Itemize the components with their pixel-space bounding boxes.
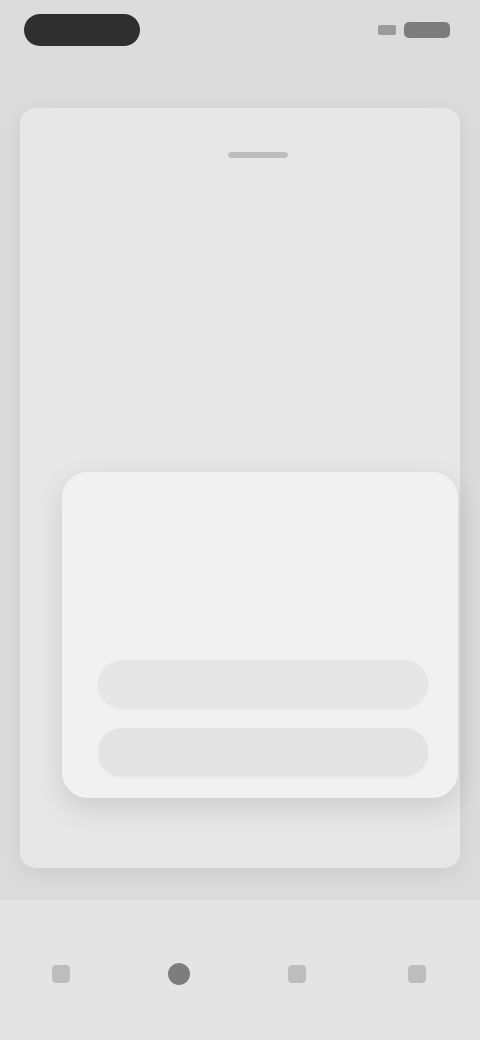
status-bar <box>0 0 480 64</box>
secondary-action-button[interactable] <box>98 728 428 776</box>
search-icon <box>168 963 190 985</box>
primary-action-button[interactable] <box>98 660 428 708</box>
bottom-nav <box>0 900 480 1040</box>
sheet-grabber[interactable] <box>228 152 288 158</box>
chat-icon <box>288 965 306 983</box>
nav-item-chat[interactable] <box>272 944 322 1004</box>
nav-item-profile[interactable] <box>392 944 442 1004</box>
status-icons <box>378 22 450 38</box>
nav-item-home[interactable] <box>36 944 86 1004</box>
nav-item-search[interactable] <box>154 944 204 1004</box>
signal-icon <box>378 25 396 35</box>
battery-icon <box>404 22 450 38</box>
profile-icon <box>408 965 426 983</box>
time-pill <box>24 14 140 46</box>
home-icon <box>52 965 70 983</box>
bottom-sheet <box>20 108 460 936</box>
modal-card <box>62 472 458 798</box>
